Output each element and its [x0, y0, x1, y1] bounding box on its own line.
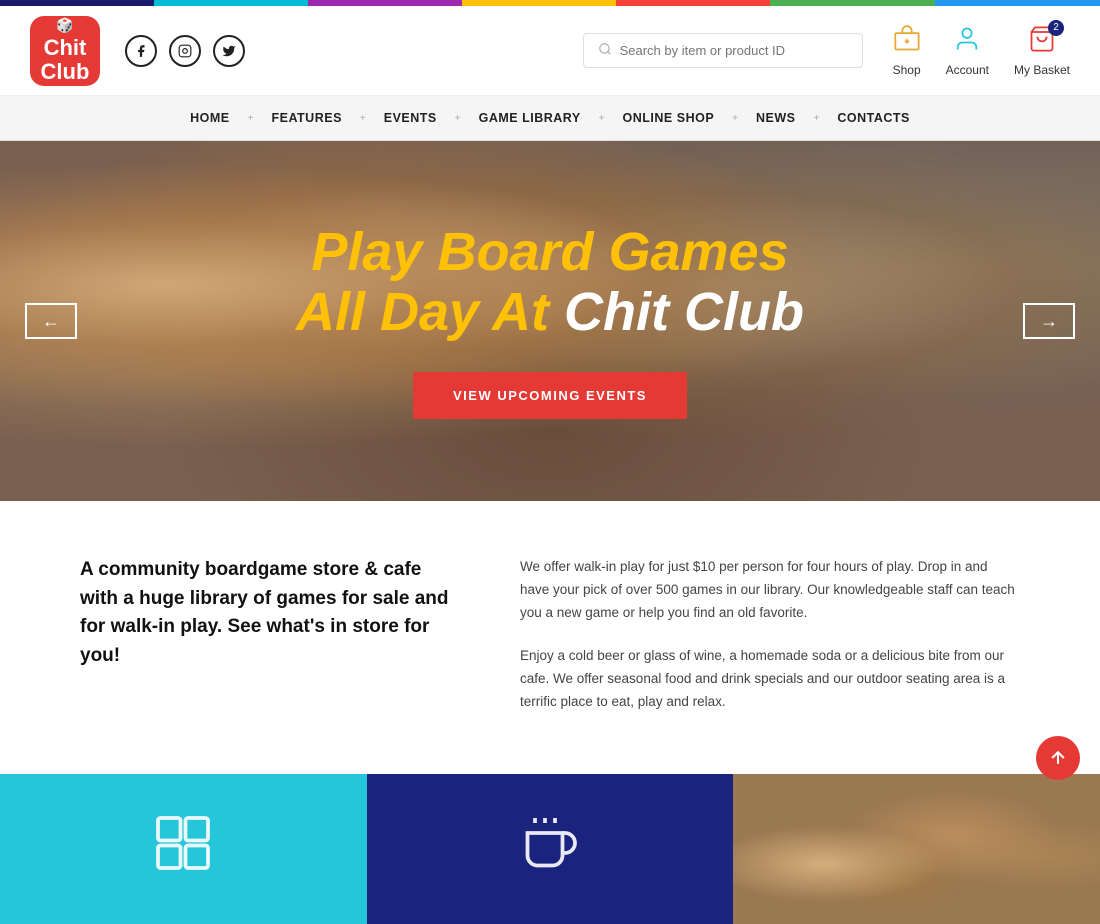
logo-icon: 🎲	[56, 17, 73, 34]
about-para2: Enjoy a cold beer or glass of wine, a ho…	[520, 645, 1020, 714]
search-bar[interactable]	[583, 33, 863, 68]
account-action[interactable]: Account	[946, 25, 989, 77]
hero-content: Play Board Games All Day At Chit Club VI…	[296, 223, 804, 419]
nav-news[interactable]: NEWS	[738, 111, 814, 125]
nav-items: HOME + FEATURES + EVENTS + GAME LIBRARY …	[172, 111, 928, 125]
facebook-icon[interactable]	[125, 35, 157, 67]
feature-cards	[0, 774, 1100, 924]
basket-label: My Basket	[1014, 63, 1070, 77]
header: 🎲 Chit Club	[0, 6, 1100, 96]
account-icon	[953, 25, 981, 60]
about-para1: We offer walk-in play for just $10 per p…	[520, 556, 1020, 625]
hero-title-line1: Play Board Games	[296, 223, 804, 282]
header-actions: Shop Account 2 My Basket	[893, 25, 1070, 77]
twitter-icon[interactable]	[213, 35, 245, 67]
hero-title-line2: All Day At Chit Club	[296, 283, 804, 342]
hero-title-white: Chit Club	[564, 282, 804, 342]
search-icon	[598, 42, 612, 59]
basket-icon: 2	[1028, 25, 1056, 60]
main-nav: HOME + FEATURES + EVENTS + GAME LIBRARY …	[0, 96, 1100, 141]
games-card-icon	[153, 813, 213, 885]
instagram-icon[interactable]	[169, 35, 201, 67]
hero-next-button[interactable]: →	[1023, 303, 1075, 339]
about-right: We offer walk-in play for just $10 per p…	[520, 556, 1020, 734]
shop-icon	[893, 25, 921, 60]
hero-title-plain: All Day At	[296, 282, 564, 342]
about-section: A community boardgame store & cafe with …	[0, 501, 1100, 774]
cafe-card-icon	[520, 813, 580, 885]
scroll-top-button[interactable]	[1036, 736, 1080, 780]
about-left-text: A community boardgame store & cafe with …	[80, 556, 460, 670]
nav-game-library[interactable]: GAME LIBRARY	[461, 111, 599, 125]
feature-card-cafe[interactable]	[367, 774, 734, 924]
shop-action[interactable]: Shop	[893, 25, 921, 77]
nav-features[interactable]: FEATURES	[253, 111, 359, 125]
logo-text: Chit Club	[41, 36, 90, 84]
shop-label: Shop	[893, 63, 921, 77]
hero-section: ← Play Board Games All Day At Chit Club …	[0, 141, 1100, 501]
nav-contacts[interactable]: CONTACTS	[819, 111, 928, 125]
view-events-button[interactable]: VIEW UPCOMING EVENTS	[413, 372, 687, 419]
nav-home[interactable]: HOME	[172, 111, 248, 125]
nav-events[interactable]: EVENTS	[366, 111, 455, 125]
about-left: A community boardgame store & cafe with …	[80, 556, 460, 734]
basket-action[interactable]: 2 My Basket	[1014, 25, 1070, 77]
basket-badge: 2	[1048, 20, 1064, 36]
logo[interactable]: 🎲 Chit Club	[30, 16, 100, 86]
account-label: Account	[946, 63, 989, 77]
social-icons	[125, 35, 245, 67]
hero-prev-button[interactable]: ←	[25, 303, 77, 339]
search-input[interactable]	[620, 43, 848, 58]
feature-card-photo	[733, 774, 1100, 924]
nav-online-shop[interactable]: ONLINE SHOP	[605, 111, 733, 125]
feature-card-games[interactable]	[0, 774, 367, 924]
